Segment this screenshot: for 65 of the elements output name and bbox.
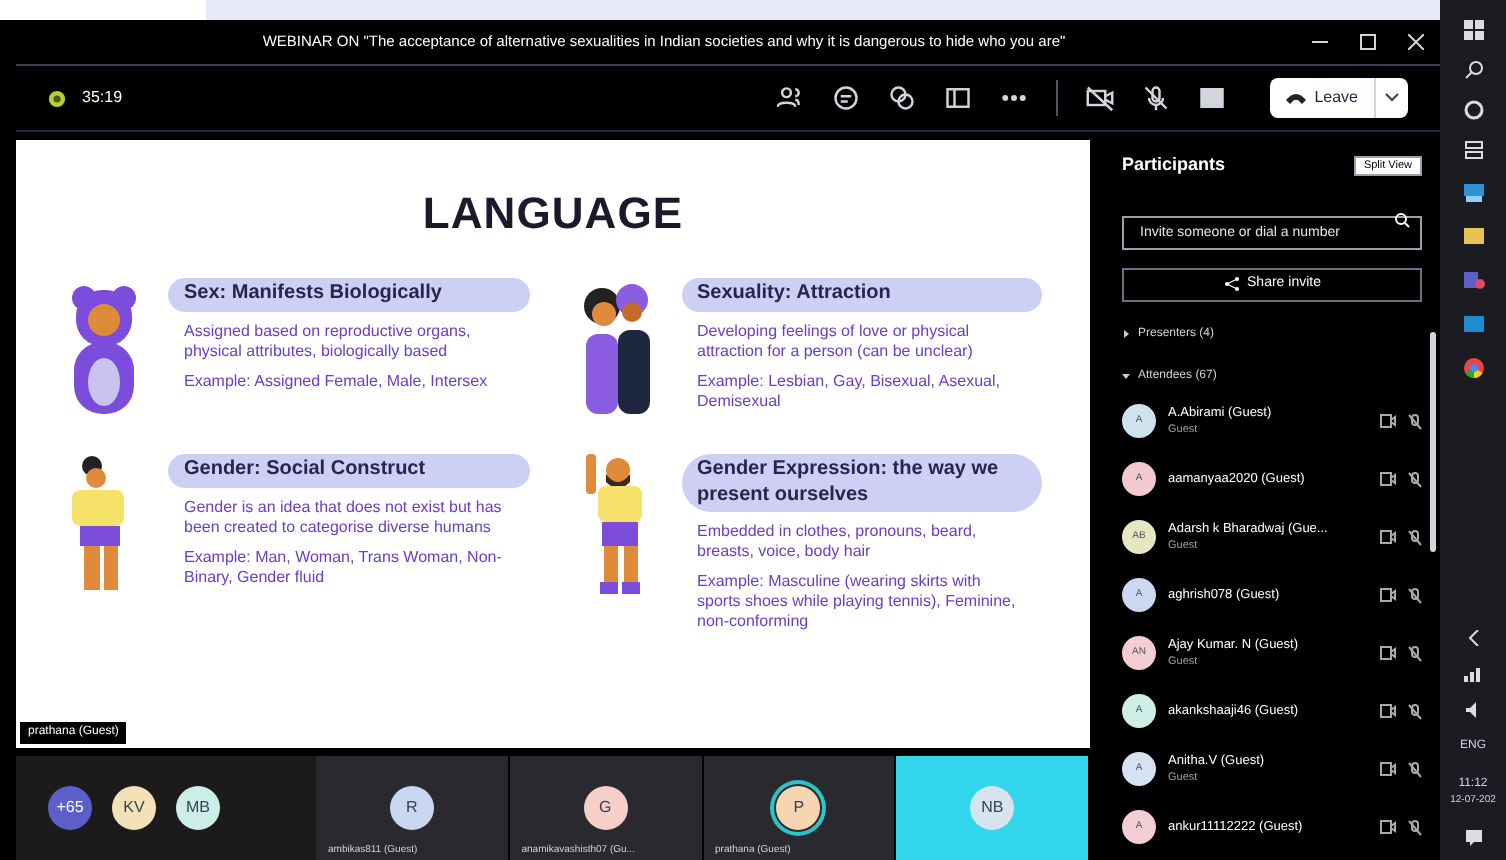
network-icon[interactable] <box>1463 665 1483 681</box>
chevron-left-icon[interactable] <box>1467 629 1479 645</box>
mic-off-icon[interactable] <box>1142 84 1171 112</box>
caret-right-icon <box>1122 330 1130 338</box>
section-description: Gender is an idea that does not exist but has been created to categorise diverse humans <box>182 497 504 537</box>
mic-off-icon <box>1408 413 1422 429</box>
search-icon[interactable] <box>1463 60 1483 80</box>
video-icon <box>1380 414 1396 428</box>
mic-off-icon <box>1408 703 1422 719</box>
section-description: Developing feelings of love or physical attraction for a person (can be unclear) <box>695 321 975 361</box>
circle-icon[interactable] <box>1463 100 1483 120</box>
volume-icon[interactable] <box>1465 701 1481 717</box>
teams-icon[interactable] <box>1461 268 1485 292</box>
video-icon <box>1380 472 1396 486</box>
mic-off-icon <box>1408 645 1422 661</box>
close-icon[interactable] <box>1408 34 1424 50</box>
slide-title: LANGUAGE <box>422 186 684 242</box>
avatar[interactable]: KV <box>112 786 156 830</box>
meeting-timer: 35:19 <box>82 86 123 110</box>
task-view-icon[interactable] <box>1463 140 1483 160</box>
video-icon <box>1380 530 1396 544</box>
avatar[interactable]: MB <box>176 786 220 830</box>
video-icon <box>1380 820 1396 834</box>
status-icon <box>48 89 66 107</box>
mic-off-icon <box>1408 587 1422 603</box>
panel-title: Participants <box>1122 152 1226 178</box>
camera-off-icon[interactable] <box>1086 84 1115 112</box>
video-icon <box>1380 588 1396 602</box>
photos-icon[interactable] <box>1461 312 1485 336</box>
chat-icon[interactable] <box>832 84 861 112</box>
section-heading: Sex: Manifests Biologically <box>168 278 529 311</box>
section-description: Assigned based on reproductive organs, physical attributes, biologically based <box>182 321 473 361</box>
avatar: G <box>583 786 628 830</box>
people-icon[interactable] <box>776 84 805 112</box>
reactions-icon[interactable] <box>888 84 917 112</box>
app-icon[interactable] <box>1461 180 1485 204</box>
section-heading: Gender: Social Construct <box>168 454 529 487</box>
section-example: Example: Masculine (wearing skirts with sports shoes while playing tennis), Feminine, non-conforming <box>695 572 1018 632</box>
avatar: R <box>389 786 434 830</box>
video-icon <box>1380 704 1396 718</box>
mic-off-icon <box>1408 819 1422 835</box>
search-icon <box>1394 212 1410 228</box>
section-example: Example: Assigned Female, Male, Intersex <box>182 371 490 391</box>
video-icon <box>1380 762 1396 776</box>
section-example: Example: Lesbian, Gay, Bisexual, Asexual, Demisexual <box>695 371 1002 411</box>
section-description: Embedded in clothes, pronouns, beard, breasts, voice, body hair <box>695 522 979 562</box>
section-heading: Sexuality: Attraction <box>681 278 1042 311</box>
chevron-down-icon <box>1384 92 1400 104</box>
avatar: P <box>776 786 821 830</box>
avatar: NB <box>970 786 1015 830</box>
section-example: Example: Man, Woman, Trans Woman, Non- Binary, Gender fluid <box>182 547 504 587</box>
mic-off-icon <box>1408 761 1422 777</box>
notifications-icon[interactable] <box>1463 828 1483 848</box>
video-icon <box>1380 646 1396 660</box>
phone-icon <box>1286 92 1307 104</box>
folder-icon[interactable] <box>1461 224 1485 248</box>
maximize-icon[interactable] <box>1360 34 1376 50</box>
windows-icon[interactable] <box>1463 20 1483 40</box>
section-heading: Gender Expression: the way we present ourselves <box>681 454 1042 512</box>
mic-off-icon <box>1408 471 1422 487</box>
chrome-icon[interactable] <box>1461 356 1485 380</box>
caret-down-icon <box>1122 372 1130 380</box>
avatar[interactable]: +65 <box>48 786 92 830</box>
mic-off-icon <box>1408 529 1422 545</box>
rooms-icon[interactable] <box>944 84 973 112</box>
